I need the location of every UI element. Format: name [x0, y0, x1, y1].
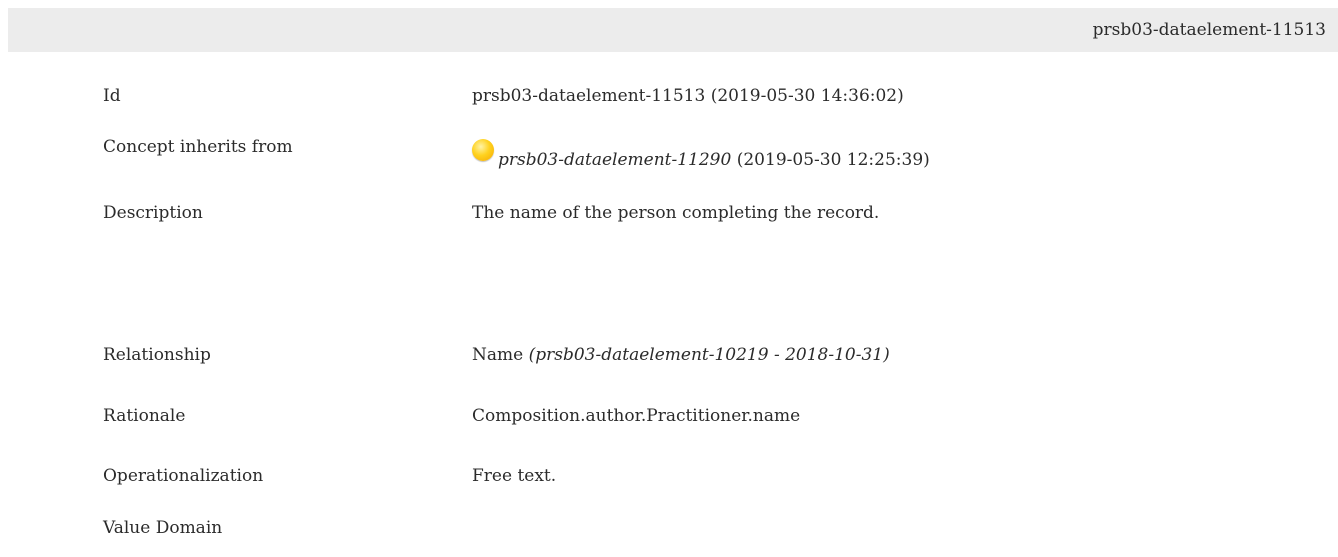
description-value: The name of the person completing the re…	[472, 203, 880, 223]
relationship-ref: (prsb03-dataelement-10219 - 2018-10-31)	[528, 345, 890, 365]
relationship-name: Name	[472, 345, 524, 365]
operationalization-value: Free text.	[472, 466, 557, 486]
id-value: prsb03-dataelement-11513 (2019-05-30 14:…	[472, 86, 904, 106]
relationship-label: Relationship	[103, 345, 211, 365]
relationship-row: Relationship Name (prsb03-dataelement-10…	[0, 343, 1338, 371]
id-label: Id	[103, 86, 121, 106]
header-element-id: prsb03-dataelement-11513	[1092, 20, 1326, 40]
inherits-row: Concept inherits from prsb03-dataelement…	[0, 135, 1338, 170]
rationale-row: Rationale Composition.author.Practitione…	[0, 404, 1338, 432]
rationale-label: Rationale	[103, 406, 186, 426]
description-label: Description	[103, 203, 203, 223]
inherits-ref-date: (2019-05-30 12:25:39)	[736, 150, 930, 170]
inherits-label: Concept inherits from	[103, 137, 293, 157]
header-bar: prsb03-dataelement-11513	[8, 8, 1338, 52]
operationalization-label: Operationalization	[103, 466, 264, 486]
value-domain-label: Value Domain	[103, 518, 223, 538]
inherits-ref-link[interactable]: prsb03-dataelement-11290	[498, 150, 731, 170]
rationale-value: Composition.author.Practitioner.name	[472, 406, 801, 426]
id-row: Id prsb03-dataelement-11513 (2019-05-30 …	[0, 84, 1338, 112]
inherits-value: prsb03-dataelement-11290 (2019-05-30 12:…	[472, 139, 930, 172]
value-domain-row: Value Domain	[0, 516, 1338, 544]
operationalization-row: Operationalization Free text.	[0, 464, 1338, 492]
description-row: Description The name of the person compl…	[0, 201, 1338, 229]
relationship-value: Name (prsb03-dataelement-10219 - 2018-10…	[472, 343, 890, 367]
yellow-status-dot-icon	[472, 139, 494, 161]
